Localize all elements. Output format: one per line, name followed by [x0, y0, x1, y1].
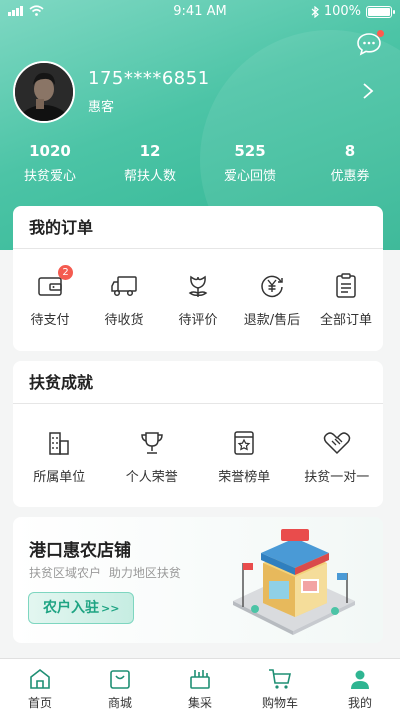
stat-poverty-love[interactable]: 1020 扶贫爱心 — [0, 142, 100, 184]
building-icon — [44, 428, 74, 458]
shop-banner[interactable]: 港口惠农店铺 扶贫区域农户 助力地区扶贫 农户入驻 >> — [13, 517, 383, 643]
stat-label: 优惠券 — [330, 169, 370, 184]
order-pending-review[interactable]: 待评价 — [161, 271, 235, 328]
stat-love-feedback[interactable]: 525 爱心回馈 — [200, 142, 300, 184]
order-label: 全部订单 — [319, 313, 372, 328]
wallet-icon: 2 — [35, 265, 73, 301]
chevron-right-icon[interactable] — [362, 82, 374, 100]
farmer-join-label: 农户入驻 — [43, 600, 99, 616]
achievement-label: 扶贫一对一 — [304, 470, 370, 485]
order-pending-payment[interactable]: 2 待支付 — [13, 265, 87, 328]
tab-home[interactable]: 首页 — [0, 659, 80, 711]
stats-row: 1020 扶贫爱心 12 帮扶人数 525 爱心回馈 8 优惠券 — [0, 142, 400, 184]
achievement-label: 所属单位 — [33, 470, 86, 485]
shop-title: 港口惠农店铺 — [29, 541, 131, 561]
stat-helped-people[interactable]: 12 帮扶人数 — [100, 142, 200, 184]
member-type: 惠客 — [88, 100, 115, 115]
stat-label: 扶贫爱心 — [23, 169, 76, 184]
farmer-join-button[interactable]: 农户入驻 >> — [28, 592, 134, 624]
orders-title: 我的订单 — [13, 206, 383, 249]
yen-refund-icon — [257, 271, 287, 301]
stat-value: 525 — [234, 142, 266, 160]
battery-percent: 100% — [323, 4, 361, 19]
cart-icon — [269, 669, 291, 689]
stat-value: 12 — [139, 142, 161, 160]
order-pending-receipt[interactable]: 待收货 — [87, 271, 161, 328]
basket-icon — [190, 670, 210, 689]
bluetooth-icon — [311, 5, 319, 18]
achievement-label: 荣誉榜单 — [218, 470, 271, 485]
achievement-personal-honor[interactable]: 个人荣誉 — [106, 428, 199, 485]
order-label: 待评价 — [178, 313, 218, 328]
double-chevron-icon: >> — [101, 602, 120, 615]
honor-board-icon — [229, 428, 259, 458]
achievement-label: 个人荣誉 — [125, 470, 178, 485]
message-button[interactable] — [356, 30, 384, 56]
stat-coupons[interactable]: 8 优惠券 — [300, 142, 400, 184]
achievement-one-to-one[interactable]: 扶贫一对一 — [291, 428, 384, 485]
shop-subtitle: 扶贫区域农户 助力地区扶贫 — [29, 566, 181, 580]
handshake-icon — [322, 428, 352, 458]
tab-mall[interactable]: 商城 — [80, 659, 160, 711]
stat-value: 1020 — [29, 142, 71, 160]
order-label: 待收货 — [104, 313, 144, 328]
notification-dot — [377, 30, 384, 37]
order-badge: 2 — [58, 265, 73, 280]
tab-label: 集采 — [187, 696, 212, 710]
trophy-icon — [137, 428, 167, 458]
battery-icon — [366, 5, 395, 18]
home-icon — [30, 668, 50, 689]
clipboard-icon — [331, 271, 361, 301]
user-icon — [351, 670, 369, 689]
order-label: 待支付 — [30, 313, 70, 328]
tab-cart[interactable]: 购物车 — [240, 659, 320, 711]
order-all[interactable]: 全部订单 — [309, 271, 383, 328]
avatar[interactable] — [13, 61, 75, 123]
achievement-honor-board[interactable]: 荣誉榜单 — [198, 428, 291, 485]
tab-label: 购物车 — [261, 696, 298, 710]
tab-label: 首页 — [27, 696, 52, 710]
tab-bulk-purchase[interactable]: 集采 — [160, 659, 240, 711]
achievements-title: 扶贫成就 — [13, 361, 383, 404]
stat-value: 8 — [344, 142, 356, 160]
stat-label: 爱心回馈 — [223, 169, 276, 184]
tab-label: 我的 — [347, 696, 372, 710]
phone-number: 175****6851 — [88, 68, 210, 89]
achievement-unit[interactable]: 所属单位 — [13, 428, 106, 485]
order-refund[interactable]: 退款/售后 — [235, 271, 309, 328]
status-bar: 9:41 AM 100% — [0, 0, 400, 24]
stat-label: 帮扶人数 — [123, 169, 176, 184]
achievements-card: 扶贫成就 所属单位 个人荣誉 荣誉榜单 扶贫一对一 — [13, 361, 383, 507]
flower-icon — [183, 271, 213, 301]
shop-illustration — [233, 529, 355, 635]
bag-icon — [110, 670, 130, 689]
tab-bar: 首页 商城 集采 购物车 我的 — [0, 658, 400, 711]
order-label: 退款/售后 — [243, 313, 301, 328]
tab-label: 商城 — [107, 696, 132, 710]
truck-icon — [109, 271, 139, 301]
tab-mine[interactable]: 我的 — [320, 659, 400, 711]
orders-card: 我的订单 2 待支付 待收货 待评价 退款/售后 全部订单 — [13, 206, 383, 351]
